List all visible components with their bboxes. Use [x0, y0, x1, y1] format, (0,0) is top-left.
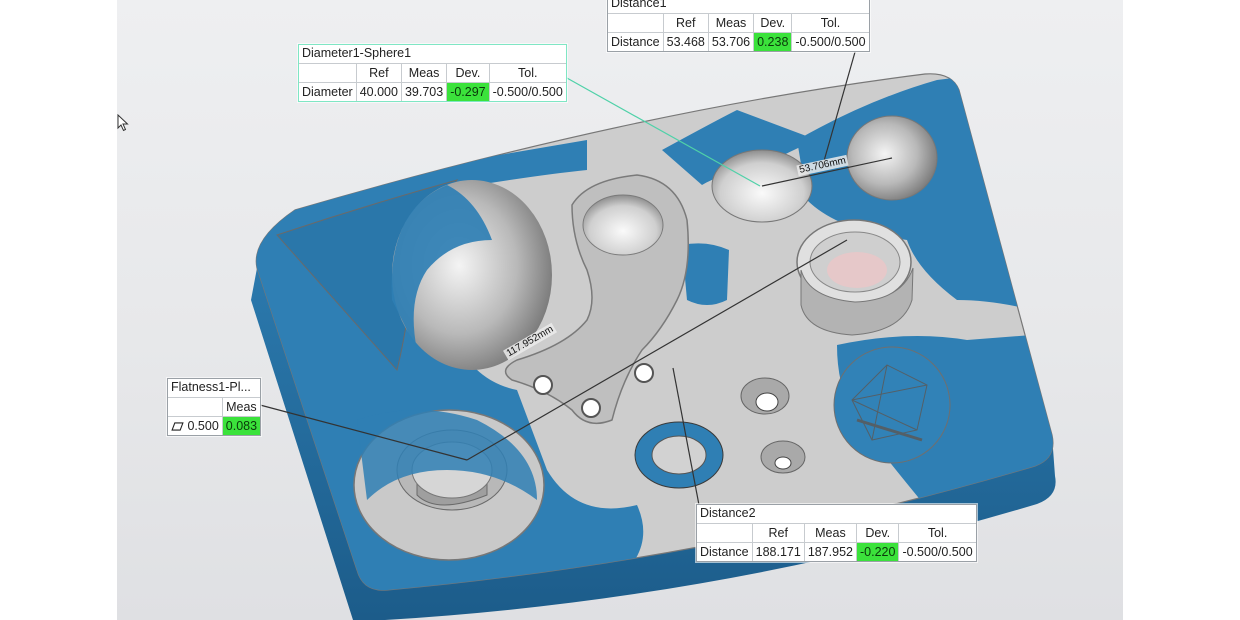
- col-meas-header: Meas: [400, 64, 447, 83]
- col-meas-header: Meas: [803, 524, 857, 543]
- row-name: Distance: [611, 35, 660, 49]
- arrow-cursor-icon: [117, 114, 129, 132]
- col-dev-header: Dev.: [446, 64, 490, 83]
- meas-value: 39.703: [400, 82, 447, 101]
- col-meas-header: Meas: [707, 14, 754, 33]
- col-dev-header: Dev.: [753, 14, 792, 33]
- row-name: Diameter: [302, 85, 353, 99]
- tol-value: -0.500/0.500: [791, 32, 869, 51]
- label-title: Distance1: [608, 0, 869, 14]
- label-title: Distance2: [697, 505, 976, 524]
- label-diameter1-sphere1[interactable]: Diameter1-Sphere1 Diameter Ref Meas Dev.…: [298, 44, 567, 102]
- meas-value: 53.706: [707, 32, 754, 51]
- label-flatness1-plane[interactable]: Flatness1-Pl... 0.500 Meas 0.500 0.083: [167, 378, 262, 436]
- ref-value: 53.468: [662, 32, 709, 51]
- col-ref-header: Ref: [355, 64, 402, 83]
- col-tol-header: Tol.: [898, 524, 976, 543]
- label-distance1[interactable]: Distance1 Distance Ref Meas Dev. Tol. Di…: [607, 0, 870, 52]
- flatness-tolerance: 0.500: [187, 419, 219, 433]
- label-corner-cell: Distance: [697, 524, 753, 543]
- label-corner-cell: Distance: [608, 14, 664, 33]
- label-table: Distance Ref Meas Dev. Tol. Distance 188…: [697, 524, 976, 561]
- label-title: Diameter1-Sphere1: [299, 45, 566, 64]
- label-corner-cell: 0.500: [168, 398, 223, 417]
- dev-value-in-tolerance: -0.220: [856, 542, 899, 561]
- col-ref-header: Ref: [751, 524, 805, 543]
- dev-value-in-tolerance: 0.238: [753, 32, 792, 51]
- label-distance2[interactable]: Distance2 Distance Ref Meas Dev. Tol. Di…: [696, 504, 977, 562]
- label-title: Flatness1-Pl...: [168, 379, 261, 398]
- ref-value: 188.171: [751, 542, 805, 561]
- col-tol-header: Tol.: [488, 64, 566, 83]
- col-dev-header: Dev.: [856, 524, 899, 543]
- label-table: 0.500 Meas 0.500 0.083: [168, 398, 261, 436]
- meas-value: 187.952: [803, 542, 857, 561]
- ref-value: 40.000: [355, 82, 402, 101]
- row-name: Distance: [700, 545, 749, 559]
- col-tol-header: Tol.: [791, 14, 869, 33]
- label-table: Diameter Ref Meas Dev. Tol. Diameter 40.…: [299, 64, 566, 101]
- parallelogram-flatness-icon: [171, 422, 184, 431]
- tol-value: -0.500/0.500: [488, 82, 566, 101]
- meas-value-in-tolerance: 0.083: [221, 416, 261, 435]
- tolerance-cell: 0.500: [168, 417, 222, 436]
- label-corner-cell: Diameter: [299, 64, 357, 83]
- tol-value: -0.500/0.500: [898, 542, 976, 561]
- col-meas-header: Meas: [221, 398, 261, 417]
- dev-value-in-tolerance: -0.297: [446, 82, 490, 101]
- col-ref-header: Ref: [662, 14, 709, 33]
- label-table: Distance Ref Meas Dev. Tol. Distance 53.…: [608, 14, 869, 51]
